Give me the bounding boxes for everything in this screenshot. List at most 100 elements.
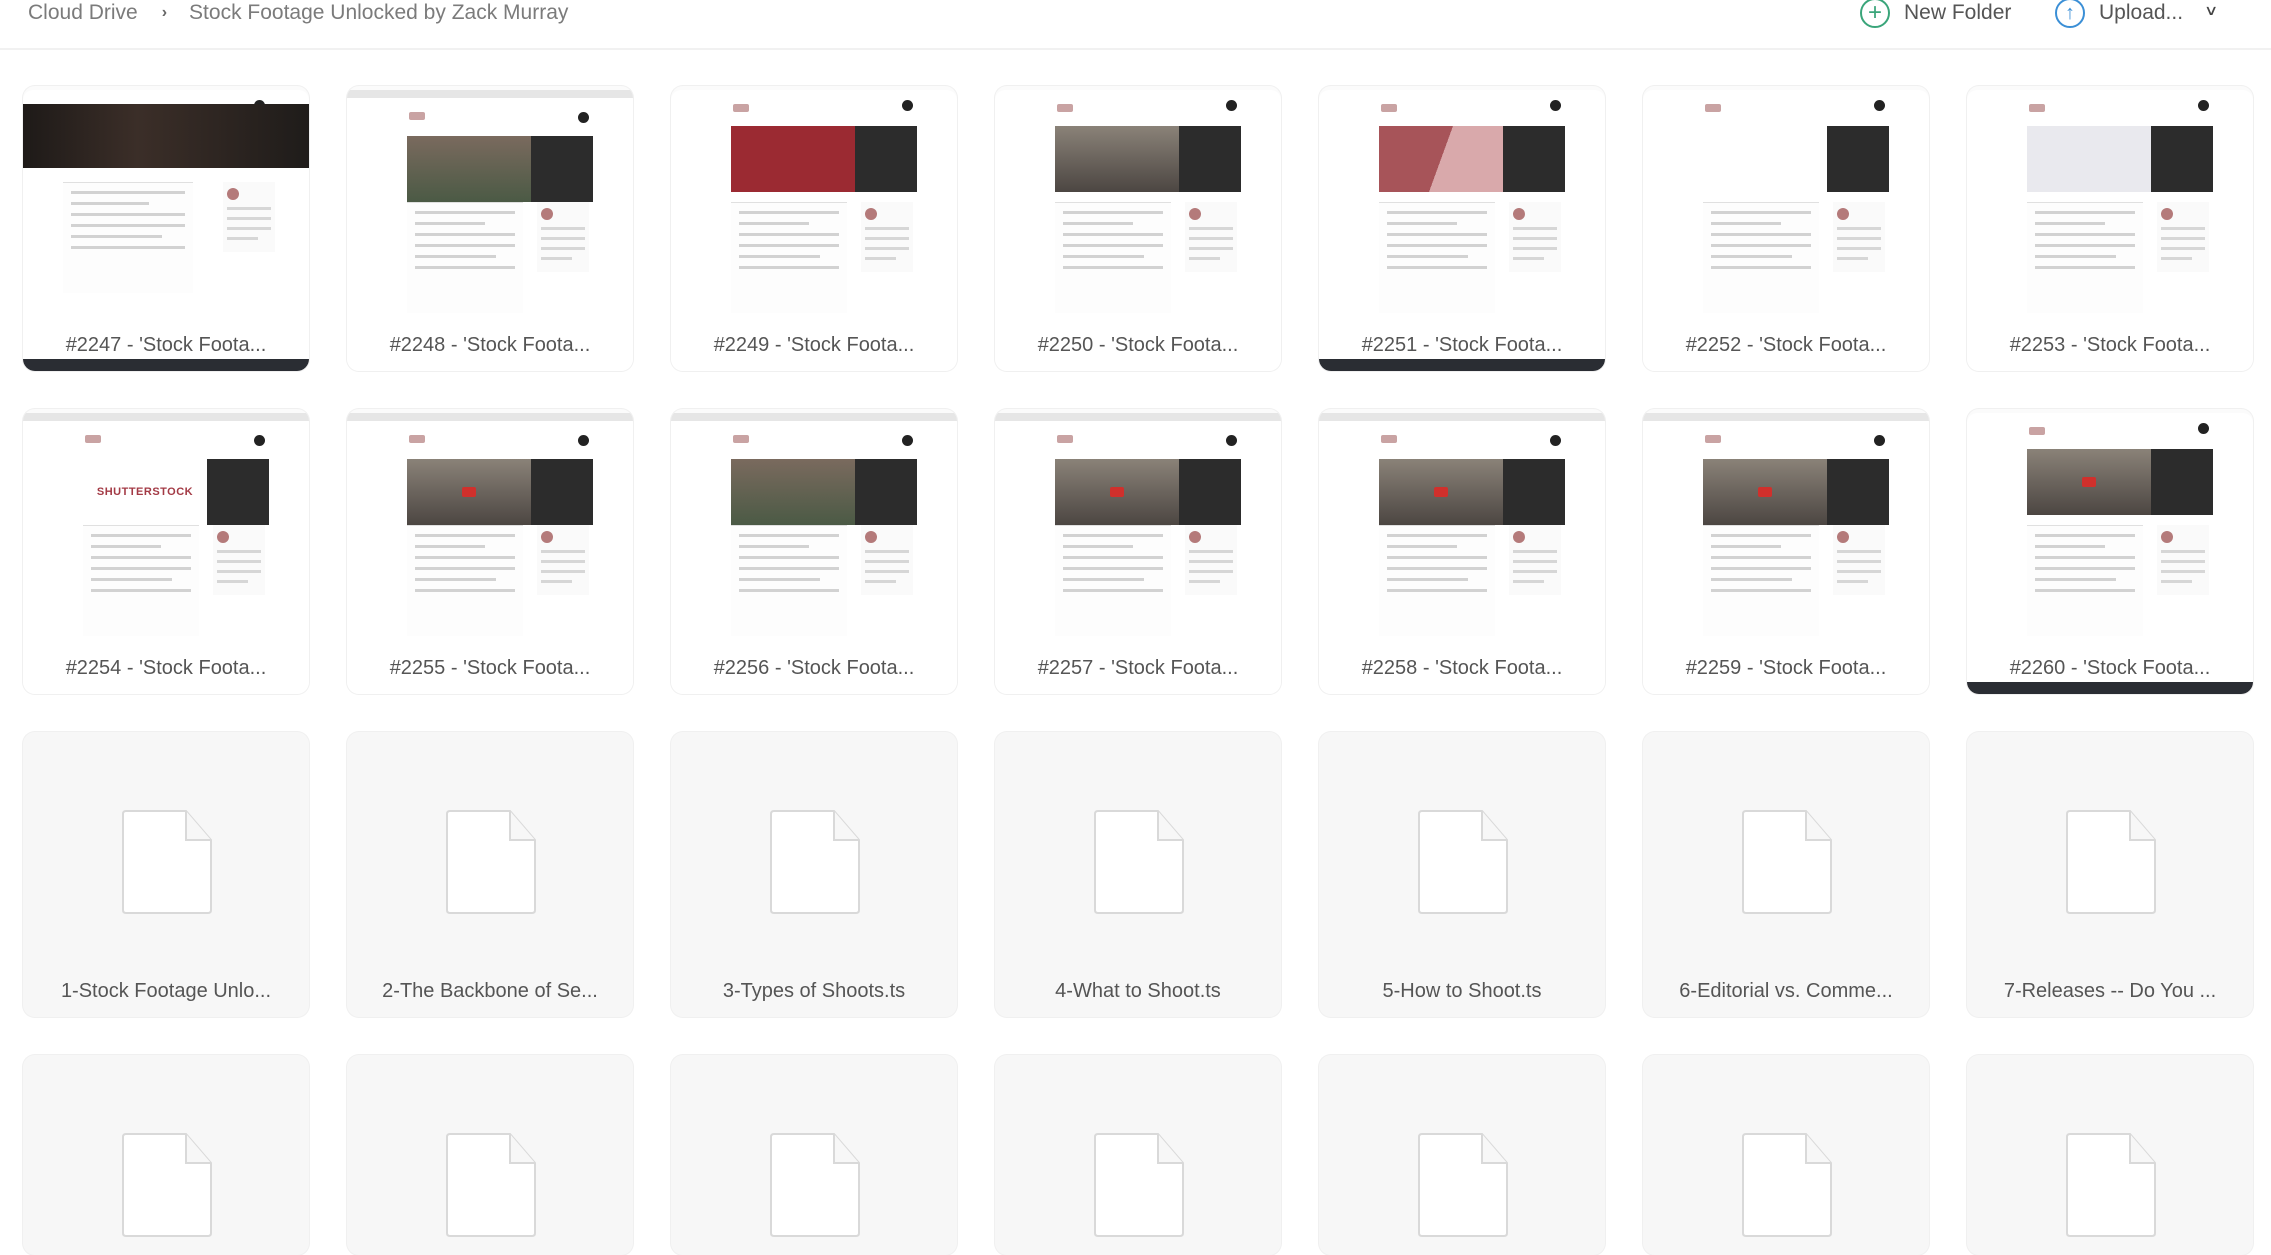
video-preview	[731, 126, 855, 192]
user-avatar	[902, 100, 913, 111]
video-thumbnail-card[interactable]: #2256 - 'Stock Foota...	[671, 409, 957, 694]
lesson-list-panel	[2151, 449, 2213, 515]
author-sidebar	[861, 202, 913, 272]
lesson-content	[1055, 202, 1171, 313]
video-preview	[2027, 126, 2151, 192]
lesson-content	[731, 525, 847, 636]
author-sidebar	[213, 525, 265, 595]
video-thumbnail-card[interactable]: #2260 - 'Stock Foota...	[1967, 409, 2253, 694]
lesson-list-panel	[1827, 126, 1889, 192]
breadcrumb-cloud-drive[interactable]: Cloud Drive	[28, 1, 138, 25]
site-logo	[2029, 427, 2045, 435]
site-logo	[85, 435, 101, 443]
file-card[interactable]: 5-How to Shoot.ts	[1319, 732, 1605, 1017]
video-progress-bar	[23, 359, 309, 371]
video-preview	[23, 104, 309, 168]
lesson-list-panel	[1503, 126, 1565, 192]
video-thumbnail-card[interactable]: #2249 - 'Stock Foota...	[671, 86, 957, 371]
video-thumbnail-card[interactable]: SHUTTERSTOCK #2254 - 'Stock Foota...	[23, 409, 309, 694]
file-name: #2259 - 'Stock Foota...	[1685, 657, 1887, 679]
lesson-list-panel	[531, 136, 593, 202]
user-avatar	[2198, 423, 2209, 434]
file-name: #2248 - 'Stock Foota...	[389, 334, 591, 356]
video-progress-bar	[1319, 359, 1605, 371]
author-sidebar	[1833, 202, 1885, 272]
file-name: 5-How to Shoot.ts	[1382, 980, 1542, 1002]
author-sidebar	[861, 525, 913, 595]
video-thumbnail-card[interactable]: #2259 - 'Stock Foota...	[1643, 409, 1929, 694]
video-preview	[1379, 126, 1503, 192]
file-icon	[1094, 1133, 1184, 1237]
file-card[interactable]	[1643, 1055, 1929, 1255]
lesson-list-panel	[855, 459, 917, 525]
lesson-list-panel	[1179, 126, 1241, 192]
file-name: #2250 - 'Stock Foota...	[1037, 334, 1239, 356]
site-logo	[1381, 435, 1397, 443]
browser-url-bar	[347, 90, 633, 98]
video-thumbnail-card[interactable]: #2253 - 'Stock Foota...	[1967, 86, 2253, 371]
file-icon	[2066, 1133, 2156, 1237]
video-thumbnail-card[interactable]: #2247 - 'Stock Foota...	[23, 86, 309, 371]
file-card[interactable]	[1319, 1055, 1605, 1255]
file-card[interactable]	[671, 1055, 957, 1255]
author-sidebar	[2157, 202, 2209, 272]
user-avatar	[2198, 100, 2209, 111]
author-sidebar	[223, 182, 275, 252]
file-card[interactable]: 1-Stock Footage Unlo...	[23, 732, 309, 1017]
file-card[interactable]: 7-Releases -- Do You ...	[1967, 732, 2253, 1017]
browser-url-bar	[347, 413, 633, 421]
author-sidebar	[1509, 202, 1561, 272]
file-card[interactable]	[347, 1055, 633, 1255]
file-icon	[122, 810, 212, 914]
file-name: 4-What to Shoot.ts	[1055, 980, 1221, 1002]
lesson-content	[63, 182, 193, 293]
author-sidebar	[1509, 525, 1561, 595]
lesson-list-panel	[531, 459, 593, 525]
file-name: 7-Releases -- Do You ...	[2003, 980, 2217, 1002]
file-name: #2247 - 'Stock Foota...	[65, 334, 267, 356]
file-name: #2257 - 'Stock Foota...	[1037, 657, 1239, 679]
video-thumbnail-card[interactable]: #2252 - 'Stock Foota...	[1643, 86, 1929, 371]
upload-label: Upload...	[2099, 1, 2184, 24]
file-icon	[1418, 1133, 1508, 1237]
lesson-list-panel	[2151, 126, 2213, 192]
file-icon	[446, 810, 536, 914]
lesson-list-panel	[1179, 459, 1241, 525]
file-name: #2252 - 'Stock Foota...	[1685, 334, 1887, 356]
chevron-down-icon[interactable]: ∨	[2204, 2, 2218, 19]
lesson-list-panel	[1503, 459, 1565, 525]
file-card[interactable]	[1967, 1055, 2253, 1255]
video-thumbnail-card[interactable]: #2250 - 'Stock Foota...	[995, 86, 1281, 371]
file-card[interactable]	[995, 1055, 1281, 1255]
user-avatar	[578, 435, 589, 446]
author-sidebar	[1185, 202, 1237, 272]
file-card[interactable]	[23, 1055, 309, 1255]
hero-text: SHUTTERSTOCK	[96, 486, 194, 498]
file-card[interactable]: 2-The Backbone of Se...	[347, 732, 633, 1017]
file-card[interactable]: 3-Types of Shoots.ts	[671, 732, 957, 1017]
video-thumbnail-card[interactable]: #2255 - 'Stock Foota...	[347, 409, 633, 694]
file-name: 2-The Backbone of Se...	[382, 980, 598, 1002]
file-card[interactable]: 6-Editorial vs. Comme...	[1643, 732, 1929, 1017]
file-icon	[2066, 810, 2156, 914]
arrow-up-circle-icon: ↑	[2055, 0, 2085, 28]
file-icon	[1742, 1133, 1832, 1237]
site-logo	[409, 435, 425, 443]
browser-url-bar	[1643, 413, 1929, 421]
video-thumbnail-card[interactable]: #2258 - 'Stock Foota...	[1319, 409, 1605, 694]
file-card[interactable]: 4-What to Shoot.ts	[995, 732, 1281, 1017]
file-name: #2260 - 'Stock Foota...	[2009, 657, 2211, 679]
video-thumbnail-card[interactable]: #2251 - 'Stock Foota...	[1319, 86, 1605, 371]
user-avatar	[1226, 100, 1237, 111]
site-logo	[409, 112, 425, 120]
new-folder-label: New Folder	[1904, 1, 2012, 24]
file-name: #2258 - 'Stock Foota...	[1361, 657, 1563, 679]
lesson-content	[1703, 525, 1819, 636]
upload-button[interactable]: ↑ Upload...	[2055, 0, 2183, 28]
video-thumbnail-card[interactable]: #2257 - 'Stock Foota...	[995, 409, 1281, 694]
user-avatar	[1550, 435, 1561, 446]
site-logo	[1705, 104, 1721, 112]
author-sidebar	[1185, 525, 1237, 595]
new-folder-button[interactable]: + New Folder	[1860, 0, 2011, 28]
video-thumbnail-card[interactable]: #2248 - 'Stock Foota...	[347, 86, 633, 371]
